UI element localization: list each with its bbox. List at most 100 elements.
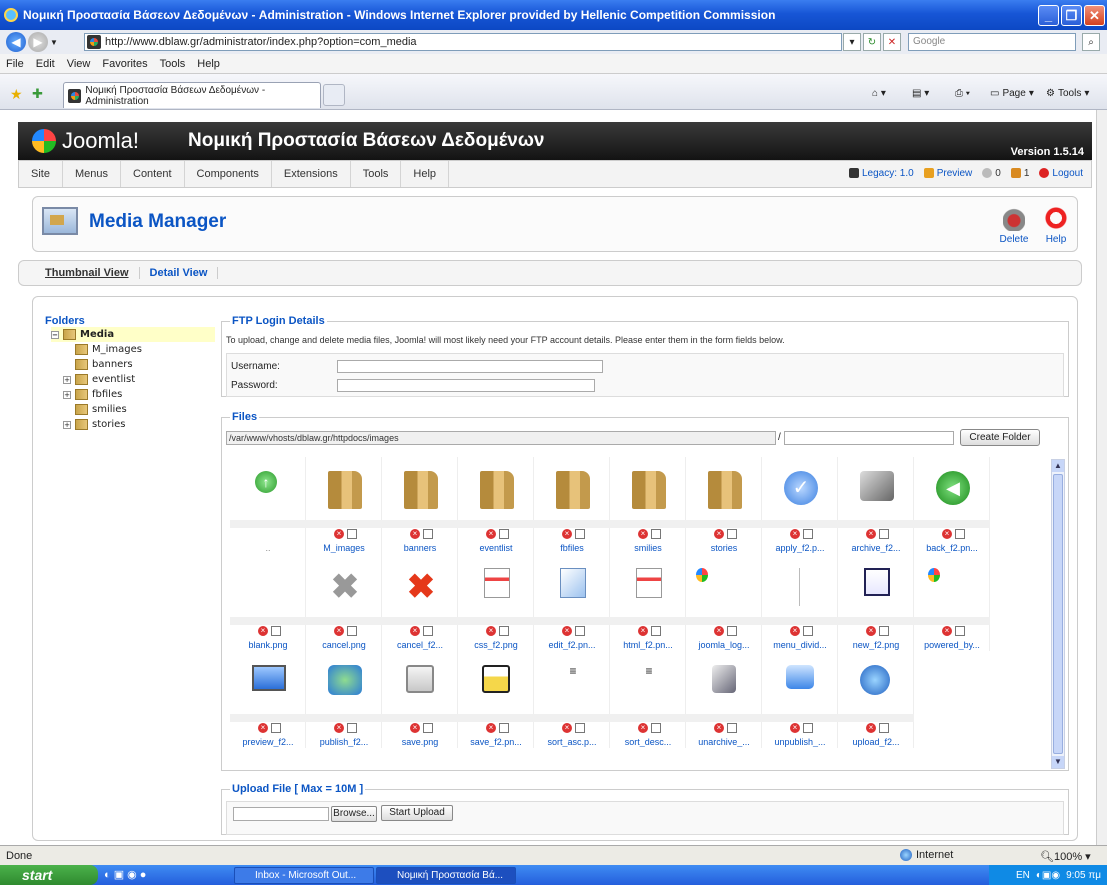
delete-item-icon[interactable]: × <box>790 723 800 733</box>
select-checkbox[interactable] <box>879 723 889 733</box>
select-checkbox[interactable] <box>499 529 509 539</box>
file-item[interactable]: × html_f2.pn... <box>610 554 686 651</box>
close-button[interactable]: ✕ <box>1084 5 1105 26</box>
select-checkbox[interactable] <box>651 626 661 636</box>
quick-launch-icons[interactable]: ◐ ▣ ◉ ● <box>104 868 146 881</box>
users-link[interactable]: 1 <box>1010 168 1029 179</box>
expand-icon[interactable]: + <box>63 375 71 384</box>
delete-item-icon[interactable]: × <box>334 723 344 733</box>
password-input[interactable] <box>337 379 595 392</box>
select-checkbox[interactable] <box>575 529 585 539</box>
delete-item-icon[interactable]: × <box>714 723 724 733</box>
delete-item-icon[interactable]: × <box>638 529 648 539</box>
delete-item-icon[interactable]: × <box>258 626 268 636</box>
address-bar[interactable]: http://www.dblaw.gr/administrator/index.… <box>84 33 842 51</box>
delete-item-icon[interactable]: × <box>562 529 572 539</box>
stop-icon[interactable]: ✕ <box>883 33 901 51</box>
menu-tools[interactable]: Tools <box>160 58 186 70</box>
menu-edit[interactable]: Edit <box>36 58 55 70</box>
file-item[interactable]: × blank.png <box>230 554 306 651</box>
start-button[interactable]: start <box>0 865 98 885</box>
tray-icons[interactable]: ◐▣◉ <box>1036 870 1060 881</box>
page-menu[interactable]: ▭ Page ▾ <box>990 88 1034 99</box>
collapse-icon[interactable]: − <box>51 330 59 339</box>
select-checkbox[interactable] <box>271 723 281 733</box>
expand-icon[interactable]: + <box>63 420 71 429</box>
delete-item-icon[interactable]: × <box>334 529 344 539</box>
admin-menu-tools[interactable]: Tools <box>351 161 402 187</box>
select-checkbox[interactable] <box>727 626 737 636</box>
new-tab-button[interactable] <box>323 84 345 106</box>
delete-item-icon[interactable]: × <box>638 626 648 636</box>
refresh-icon[interactable]: ↻ <box>863 33 881 51</box>
select-checkbox[interactable] <box>727 723 737 733</box>
select-checkbox[interactable] <box>499 723 509 733</box>
print-icon[interactable]: ⎙ ▾ <box>955 88 970 99</box>
admin-menu-extensions[interactable]: Extensions <box>272 161 351 187</box>
delete-button[interactable]: Delete <box>997 205 1031 245</box>
scroll-down-icon[interactable]: ▼ <box>1052 756 1064 768</box>
file-item[interactable]: × publish_f2... <box>306 651 382 748</box>
select-checkbox[interactable] <box>423 529 433 539</box>
select-checkbox[interactable] <box>955 529 965 539</box>
file-item[interactable]: × fbfiles <box>534 457 610 554</box>
select-checkbox[interactable] <box>499 626 509 636</box>
select-checkbox[interactable] <box>651 529 661 539</box>
admin-menu-menus[interactable]: Menus <box>63 161 121 187</box>
select-checkbox[interactable] <box>423 626 433 636</box>
delete-item-icon[interactable]: × <box>410 723 420 733</box>
history-dropdown-icon[interactable]: ▼ <box>50 38 58 47</box>
folder-smilies[interactable]: smilies <box>75 402 215 417</box>
file-item[interactable]: × unpublish_... <box>762 651 838 748</box>
back-button[interactable]: ◀ <box>6 32 26 52</box>
select-checkbox[interactable] <box>575 626 585 636</box>
folder-m-images[interactable]: M_images <box>75 342 215 357</box>
file-grid-scrollbar[interactable]: ▲ ▼ <box>1051 459 1065 769</box>
messages-link[interactable]: 0 <box>982 168 1001 179</box>
delete-item-icon[interactable]: × <box>562 723 572 733</box>
add-favorite-icon[interactable]: ✚ <box>32 86 43 102</box>
admin-menu-help[interactable]: Help <box>401 161 450 187</box>
file-item[interactable]: × powered_by... <box>914 554 990 651</box>
file-item[interactable]: × edit_f2.pn... <box>534 554 610 651</box>
delete-item-icon[interactable]: × <box>638 723 648 733</box>
select-checkbox[interactable] <box>803 723 813 733</box>
folder-stories[interactable]: + stories <box>63 417 215 432</box>
delete-item-icon[interactable]: × <box>562 626 572 636</box>
delete-item-icon[interactable]: × <box>334 626 344 636</box>
scroll-thumb[interactable] <box>1053 474 1063 754</box>
expand-icon[interactable]: + <box>63 390 71 399</box>
menu-file[interactable]: File <box>6 58 24 70</box>
menu-favorites[interactable]: Favorites <box>102 58 147 70</box>
select-checkbox[interactable] <box>423 723 433 733</box>
browse-button[interactable]: Browse... <box>331 806 377 822</box>
tab-thumbnail-view[interactable]: Thumbnail View <box>35 267 140 279</box>
zoom-level[interactable]: 🔍︎100% ▾ <box>1040 850 1091 863</box>
file-item[interactable]: × save_f2.pn... <box>458 651 534 748</box>
minimize-button[interactable]: _ <box>1038 5 1059 26</box>
taskbar-outlook[interactable]: Inbox - Microsoft Out... <box>234 867 374 884</box>
file-item[interactable]: × css_f2.png <box>458 554 534 651</box>
maximize-button[interactable]: ❐ <box>1061 5 1082 26</box>
help-button[interactable]: Help <box>1039 205 1073 245</box>
home-icon[interactable]: ⌂ ▾ <box>872 88 886 99</box>
delete-item-icon[interactable]: × <box>258 723 268 733</box>
folder-fbfiles[interactable]: + fbfiles <box>63 387 215 402</box>
menu-help[interactable]: Help <box>197 58 220 70</box>
start-upload-button[interactable]: Start Upload <box>381 805 453 821</box>
admin-menu-components[interactable]: Components <box>185 161 272 187</box>
username-input[interactable] <box>337 360 603 373</box>
language-indicator[interactable]: EN <box>1016 870 1030 881</box>
new-folder-input[interactable] <box>784 431 954 445</box>
delete-item-icon[interactable]: × <box>866 723 876 733</box>
delete-item-icon[interactable]: × <box>486 529 496 539</box>
select-checkbox[interactable] <box>347 626 357 636</box>
delete-item-icon[interactable]: × <box>790 626 800 636</box>
delete-item-icon[interactable]: × <box>714 626 724 636</box>
file-item[interactable]: × M_images <box>306 457 382 554</box>
preview-link[interactable]: Preview <box>923 168 972 179</box>
delete-item-icon[interactable]: × <box>486 626 496 636</box>
file-item[interactable]: × save.png <box>382 651 458 748</box>
select-checkbox[interactable] <box>347 723 357 733</box>
delete-item-icon[interactable]: × <box>714 529 724 539</box>
